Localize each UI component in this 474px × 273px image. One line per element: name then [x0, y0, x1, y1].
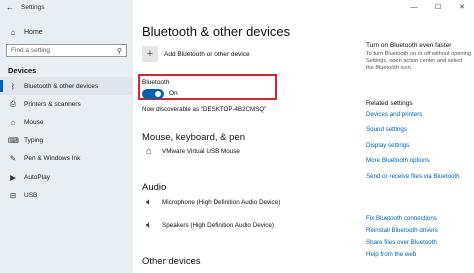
- keyboard-icon: ⌨: [8, 136, 19, 146]
- sidebar-item-label: Bluetooth & other devices: [24, 82, 99, 90]
- window-title: Settings: [21, 3, 45, 11]
- search-input[interactable]: Find a setting ⚲: [6, 44, 127, 57]
- sidebar-item-mouse[interactable]: ⌂ Mouse: [0, 113, 133, 131]
- sidebar-item-typing[interactable]: ⌨ Typing: [0, 132, 133, 150]
- toggle-state-text: On: [169, 90, 178, 97]
- home-icon: ⌂: [10, 27, 16, 37]
- sidebar-item-label: AutoPlay: [24, 173, 51, 181]
- section-heading-audio: Audio: [142, 182, 167, 193]
- bluetooth-icon: ᛒ: [10, 81, 16, 91]
- sidebar-item-label: Typing: [24, 137, 44, 145]
- bluetooth-toggle[interactable]: [142, 89, 164, 99]
- sidebar-item-usb[interactable]: ⊟ USB: [0, 186, 133, 204]
- speaker-icon: 🔈︎: [146, 220, 152, 231]
- page-title: Bluetooth & other devices: [142, 24, 291, 39]
- sidebar-item-label: Mouse: [24, 118, 44, 126]
- title-bar: ← Settings: [0, 0, 133, 14]
- sidebar-item-autoplay[interactable]: ▶ AutoPlay: [0, 168, 133, 186]
- link-sound-settings[interactable]: Sound settings: [366, 126, 407, 133]
- search-placeholder: Find a setting: [11, 47, 51, 54]
- printer-icon: ⎙: [10, 99, 16, 109]
- link-devices-and-printers[interactable]: Devices and printers: [366, 111, 422, 118]
- link-send-receive-files[interactable]: Send or receive files via Bluetooth: [366, 173, 460, 180]
- usb-icon: ⊟: [9, 190, 17, 200]
- device-name: Speakers (High Definition Audio Device): [162, 222, 275, 229]
- autoplay-icon: ▶: [10, 172, 16, 182]
- sidebar-item-printers[interactable]: ⎙ Printers & scanners: [0, 95, 133, 113]
- sidebar-item-pen[interactable]: ✎ Pen & Windows Ink: [0, 150, 133, 168]
- section-title-devices: Devices: [8, 66, 37, 75]
- nav-home[interactable]: ⌂ Home: [0, 24, 133, 40]
- device-item[interactable]: 🔈︎ Speakers (High Definition Audio Devic…: [142, 220, 274, 231]
- device-name: VMware Virtual USB Mouse: [162, 148, 240, 155]
- section-heading-mouse-keyboard-pen: Mouse, keyboard, & pen: [142, 132, 245, 143]
- mouse-icon: ⌂: [145, 146, 153, 157]
- link-fix-bluetooth-connections[interactable]: Fix Bluetooth connections: [366, 215, 437, 222]
- bluetooth-label: Bluetooth: [142, 79, 170, 86]
- device-item[interactable]: ⌂ VMware Virtual USB Mouse: [142, 146, 240, 157]
- toggle-knob: [155, 91, 161, 97]
- link-share-files-over-bluetooth[interactable]: Share files over Bluetooth: [366, 239, 437, 246]
- back-arrow-icon[interactable]: ←: [6, 3, 14, 12]
- speaker-icon: 🔈︎: [146, 197, 152, 208]
- fast-bluetooth-description: To turn Bluetooth on or off without open…: [366, 51, 472, 72]
- device-name: Microphone (High Definition Audio Device…: [162, 199, 281, 206]
- pen-icon: ✎: [9, 154, 17, 164]
- mouse-icon: ⌂: [10, 117, 16, 127]
- fast-bluetooth-title: Turn on Bluetooth even faster: [366, 42, 452, 49]
- search-icon[interactable]: ⚲: [117, 47, 122, 55]
- sidebar-item-label: Pen & Windows Ink: [24, 155, 81, 163]
- related-settings-title: Related settings: [366, 100, 413, 107]
- sidebar: ← Settings ⌂ Home Find a setting ⚲ Devic…: [0, 0, 133, 273]
- link-help-from-the-web[interactable]: Help from the web: [366, 251, 416, 258]
- discoverable-text: Now discoverable as "DESKTOP-4B2CMSQ": [142, 106, 267, 113]
- device-item[interactable]: 🔈︎ Microphone (High Definition Audio Dev…: [142, 197, 280, 208]
- section-heading-other-devices: Other devices: [142, 256, 201, 267]
- add-device-label: Add Bluetooth or other device: [164, 50, 250, 58]
- nav-home-label: Home: [24, 28, 43, 36]
- sidebar-item-label: USB: [24, 191, 38, 199]
- link-reinstall-bluetooth-drivers[interactable]: Reinstall Bluetooth drivers: [366, 227, 438, 234]
- right-panel: Turn on Bluetooth even faster To turn Bl…: [366, 0, 474, 273]
- add-device-button[interactable]: + Add Bluetooth or other device: [142, 46, 250, 62]
- sidebar-item-bluetooth[interactable]: ᛒ Bluetooth & other devices: [0, 77, 133, 96]
- sidebar-item-label: Printers & scanners: [24, 100, 81, 108]
- plus-icon: +: [142, 46, 158, 62]
- link-display-settings[interactable]: Display settings: [366, 142, 409, 149]
- link-more-bluetooth-options[interactable]: More Bluetooth options: [366, 157, 430, 164]
